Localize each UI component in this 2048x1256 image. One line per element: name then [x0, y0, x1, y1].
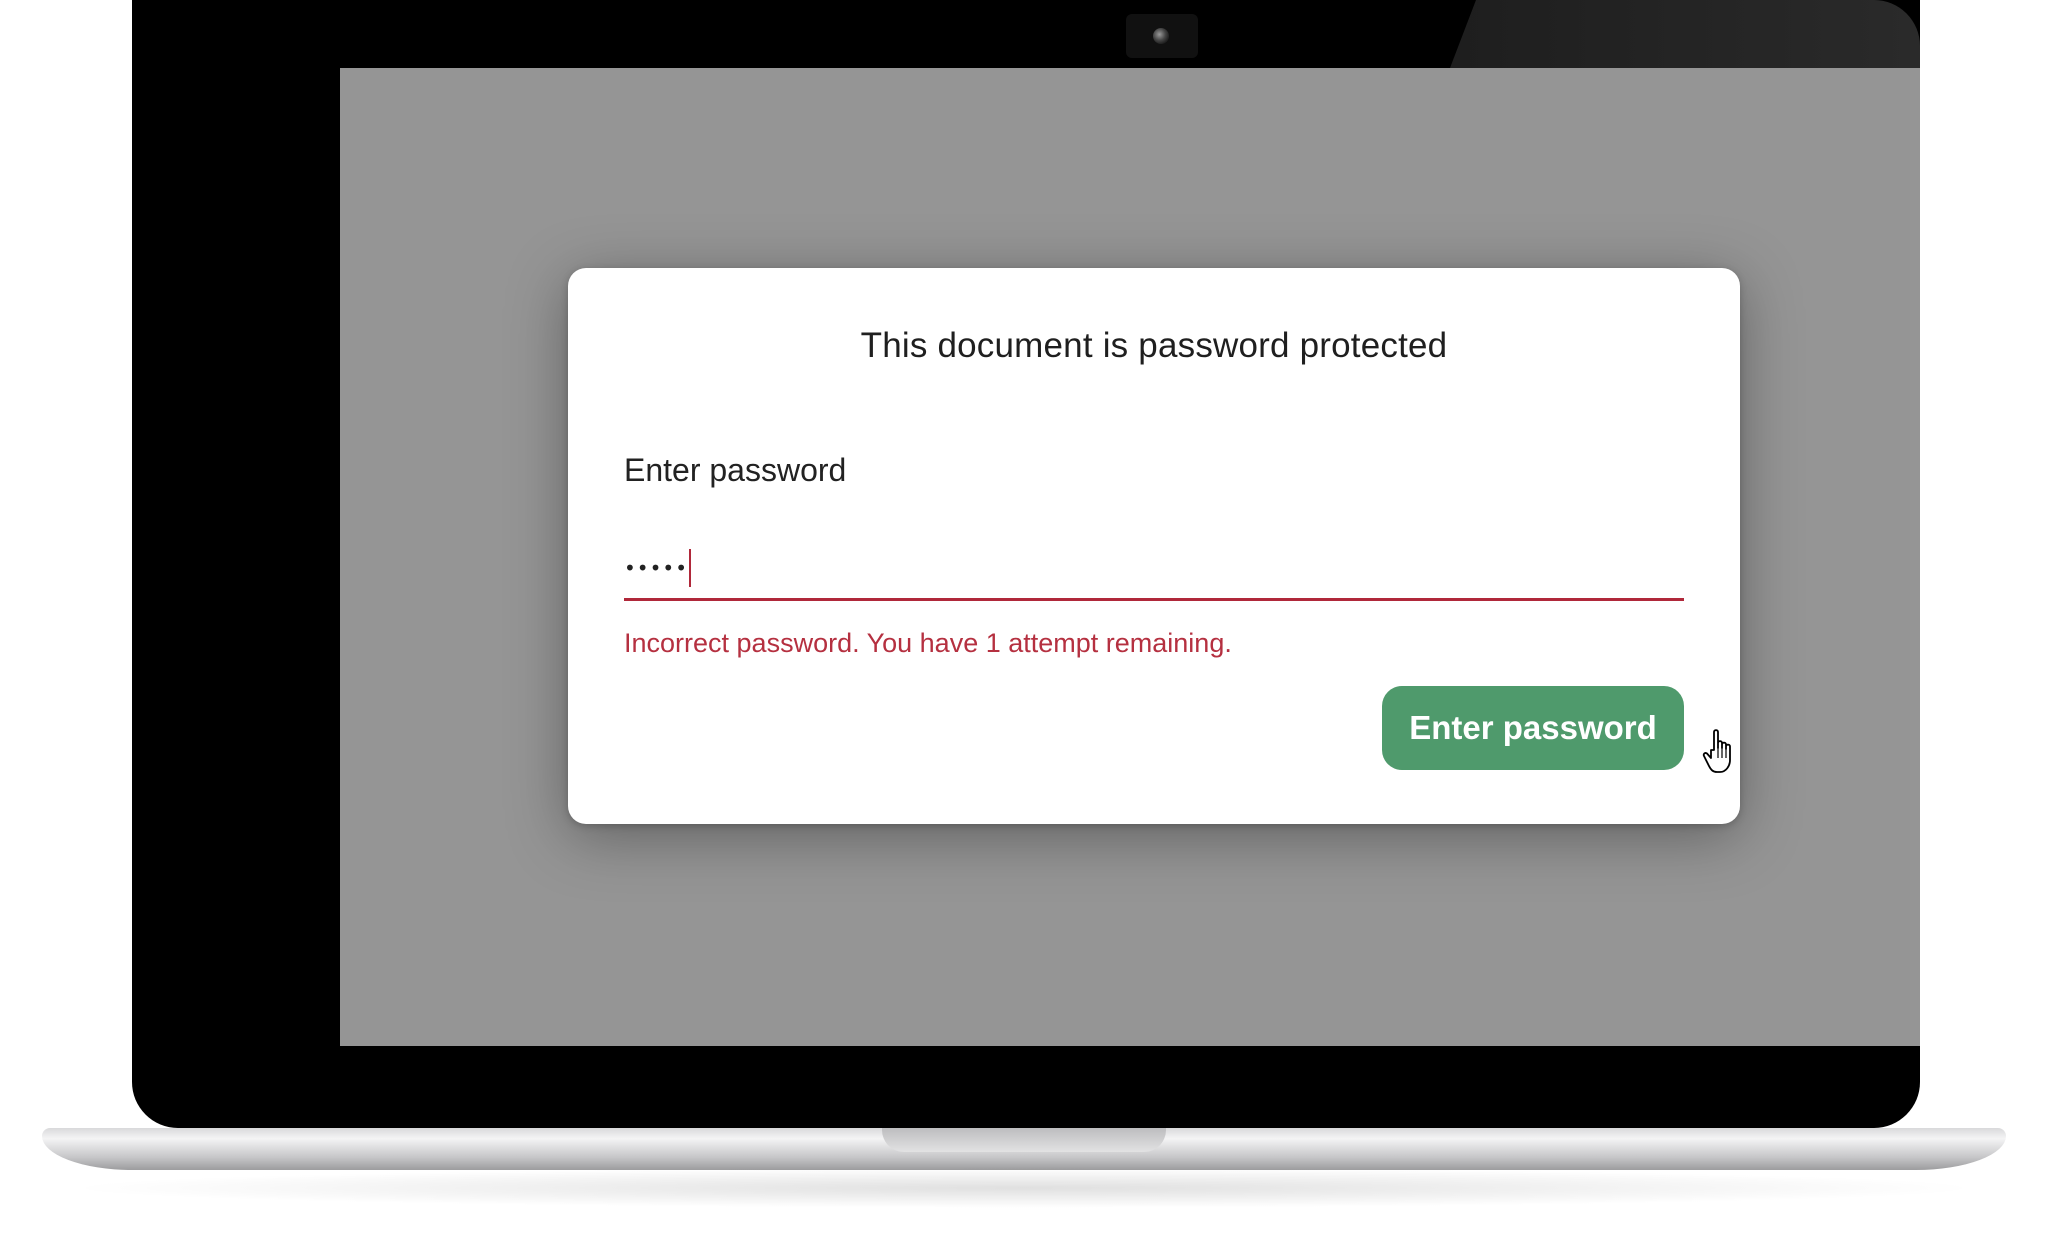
laptop-shadow	[60, 1168, 1988, 1208]
password-dialog: This document is password protected Ente…	[568, 268, 1740, 824]
password-field-label: Enter password	[624, 452, 847, 488]
laptop-mockup: This document is password protected Ente…	[0, 0, 2048, 1256]
password-input[interactable]: •••••	[624, 538, 1684, 601]
laptop-bezel: This document is password protected Ente…	[132, 0, 1920, 1128]
password-masked-value: •••••	[624, 556, 688, 580]
dialog-title: This document is password protected	[860, 326, 1448, 365]
webcam-lens	[1153, 28, 1169, 44]
hand-pointer-cursor-icon	[1702, 729, 1731, 773]
text-caret	[688, 549, 691, 587]
laptop-base-notch	[882, 1128, 1166, 1152]
bezel-glare	[1450, 0, 1920, 68]
screen-overlay: This document is password protected Ente…	[340, 68, 1920, 1046]
enter-password-button[interactable]: Enter password	[1382, 686, 1684, 770]
webcam-icon	[1126, 14, 1198, 58]
error-message: Incorrect password. You have 1 attempt r…	[624, 628, 1232, 658]
